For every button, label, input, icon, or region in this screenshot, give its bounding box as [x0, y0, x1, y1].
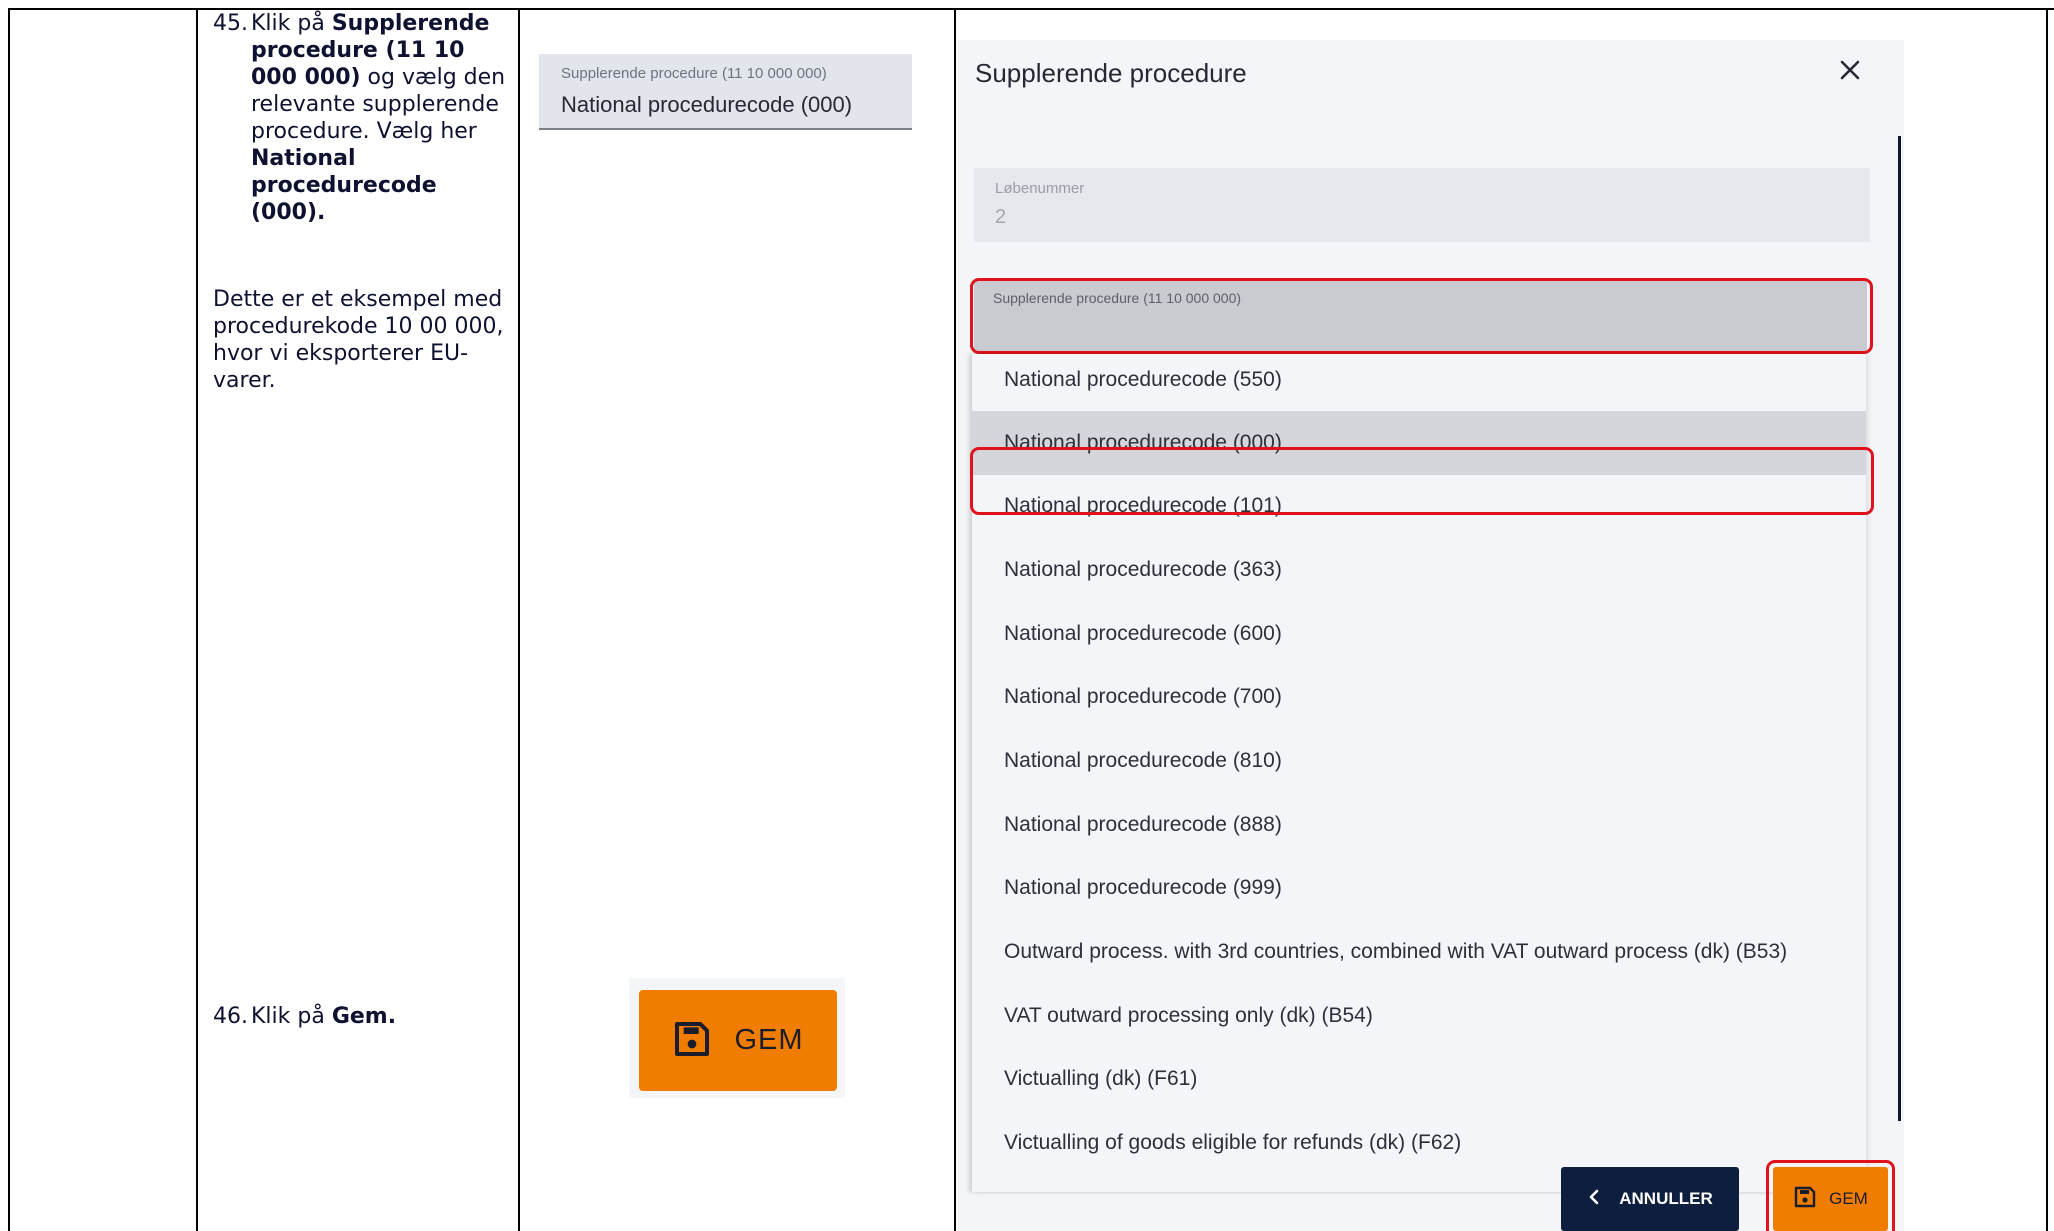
- field-label: Supplerende procedure (11 10 000 000): [561, 65, 827, 82]
- highlight-frame: [970, 278, 1873, 354]
- field-label: Løbenummer: [995, 180, 1085, 197]
- table-column-divider: [196, 8, 198, 1231]
- table-column-divider: [8, 8, 10, 1231]
- field-value: National procedurecode (000): [561, 92, 853, 117]
- dialog-title: Supplerende procedure: [975, 58, 1247, 88]
- highlight-frame: [1766, 1160, 1895, 1231]
- table-column-divider: [2046, 8, 2048, 1231]
- save-icon: [672, 1019, 712, 1063]
- dropdown-option[interactable]: National procedurecode (700): [972, 665, 1866, 729]
- cancel-button[interactable]: ANNULLER: [1561, 1167, 1739, 1231]
- step-45-instruction: 45. Klik på Supplerende procedure (11 10…: [213, 10, 513, 226]
- table-column-divider: [954, 8, 956, 1231]
- dropdown-option[interactable]: Victualling (dk) (F61): [972, 1047, 1866, 1111]
- table-column-divider: [518, 8, 520, 1231]
- gem-button-snippet: GEM: [639, 990, 837, 1091]
- dropdown-option[interactable]: National procedurecode (550): [972, 354, 1866, 412]
- step-text: Klik på: [251, 1004, 332, 1029]
- procedure-field-snippet: Supplerende procedure (11 10 000 000) Na…: [539, 54, 912, 130]
- dropdown-option[interactable]: National procedurecode (810): [972, 729, 1866, 793]
- step-emphasis: National procedurecode (000).: [251, 146, 437, 225]
- step-number: 45.: [213, 11, 248, 36]
- highlight-frame: [970, 447, 1874, 515]
- cancel-label: ANNULLER: [1619, 1189, 1713, 1208]
- dropdown-option[interactable]: Victualling of goods eligible for refund…: [972, 1111, 1866, 1175]
- step-emphasis: Gem.: [331, 1004, 397, 1029]
- dropdown-option[interactable]: National procedurecode (363): [972, 538, 1866, 602]
- dropdown-option[interactable]: VAT outward processing only (dk) (B54): [972, 984, 1866, 1048]
- chevron-left-icon: [1587, 1189, 1601, 1209]
- step-text: Klik på: [251, 11, 332, 36]
- step-number: 46.: [213, 1004, 248, 1029]
- dropdown-option[interactable]: National procedurecode (600): [972, 602, 1866, 666]
- step-46-instruction: 46. Klik på Gem.: [213, 1003, 513, 1030]
- dialog-scrollbar[interactable]: [1898, 136, 1901, 1121]
- lobenummer-field: Løbenummer 2: [974, 168, 1870, 242]
- example-note: Dette er et eksempel med procedurekode 1…: [213, 287, 504, 393]
- dropdown-option[interactable]: National procedurecode (999): [972, 856, 1866, 920]
- close-icon[interactable]: [1830, 50, 1870, 90]
- dropdown-option[interactable]: National procedurecode (888): [972, 793, 1866, 857]
- gem-label: GEM: [734, 1024, 804, 1056]
- supplerende-procedure-dialog: Supplerende procedure Løbenummer 2 Suppl…: [958, 40, 1904, 1231]
- field-value: 2: [995, 206, 1007, 228]
- dropdown-option[interactable]: Outward process. with 3rd countries, com…: [972, 920, 1866, 984]
